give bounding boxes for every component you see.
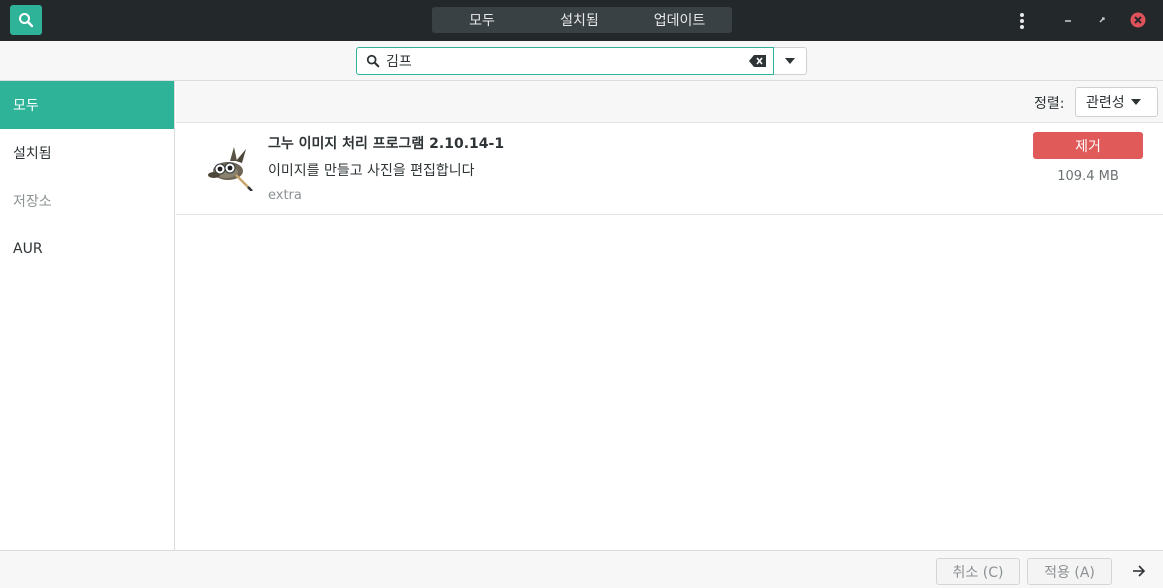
sort-bar: 정렬: 관련성 bbox=[176, 81, 1163, 123]
sidebar-item-aur[interactable]: AUR bbox=[0, 225, 174, 273]
header-bar: 모두 설치됨 업데이트 bbox=[0, 0, 1163, 41]
close-button[interactable] bbox=[1129, 11, 1147, 29]
maximize-icon bbox=[1099, 17, 1105, 23]
search-bar: 김프 bbox=[0, 41, 1163, 81]
remove-button[interactable]: 제거 bbox=[1033, 132, 1143, 159]
cancel-button[interactable]: 취소 (C) bbox=[936, 558, 1020, 585]
close-icon bbox=[1130, 12, 1146, 28]
arrow-right-icon bbox=[1133, 565, 1146, 577]
menu-button[interactable] bbox=[1014, 11, 1030, 31]
search-toggle-button[interactable] bbox=[10, 5, 42, 35]
package-name: 그누 이미지 처리 프로그램 2.10.14-1 bbox=[268, 136, 505, 152]
search-options-dropdown[interactable] bbox=[774, 47, 807, 75]
sidebar-item-installed[interactable]: 설치됨 bbox=[0, 129, 174, 177]
view-switcher: 모두 설치됨 업데이트 bbox=[432, 7, 732, 33]
backspace-clear-icon[interactable] bbox=[743, 55, 773, 67]
minimize-icon bbox=[1065, 20, 1071, 22]
tab-all[interactable]: 모두 bbox=[432, 7, 532, 33]
sidebar-item-repositories[interactable]: 저장소 bbox=[0, 177, 174, 225]
next-button[interactable] bbox=[1128, 561, 1150, 581]
package-list-panel: 정렬: 관련성 그누 이미지 처리 프로그램 2.10.14-1 이미지를 만들… bbox=[176, 81, 1163, 550]
sort-label: 정렬: bbox=[1034, 96, 1065, 112]
package-description: 이미지를 만들고 사진을 편집합니다 bbox=[268, 163, 475, 179]
gimp-wilber-icon bbox=[208, 147, 253, 191]
search-icon bbox=[19, 13, 34, 28]
vertical-dots-icon bbox=[1020, 13, 1024, 29]
search-icon bbox=[360, 54, 386, 68]
package-row[interactable]: 그누 이미지 처리 프로그램 2.10.14-1 이미지를 만들고 사진을 편집… bbox=[176, 123, 1163, 215]
sidebar-item-all[interactable]: 모두 bbox=[0, 81, 174, 129]
action-bar: 취소 (C) 적용 (A) bbox=[0, 550, 1163, 588]
maximize-button[interactable] bbox=[1094, 12, 1110, 28]
search-input-value[interactable]: 김프 bbox=[386, 51, 743, 71]
apply-button[interactable]: 적용 (A) bbox=[1027, 558, 1112, 585]
sidebar: 모두 설치됨 저장소 AUR bbox=[0, 81, 175, 550]
search-input[interactable]: 김프 bbox=[356, 47, 774, 75]
sort-select-value: 관련성 bbox=[1086, 95, 1125, 111]
package-repository: extra bbox=[268, 188, 302, 203]
sort-select[interactable]: 관련성 bbox=[1075, 87, 1158, 117]
minimize-button[interactable] bbox=[1060, 12, 1076, 28]
tab-updates[interactable]: 업데이트 bbox=[627, 7, 732, 33]
package-size: 109.4 MB bbox=[1057, 169, 1119, 184]
chevron-down-icon bbox=[1130, 99, 1141, 105]
chevron-down-icon bbox=[785, 58, 795, 64]
tab-installed[interactable]: 설치됨 bbox=[532, 7, 627, 33]
